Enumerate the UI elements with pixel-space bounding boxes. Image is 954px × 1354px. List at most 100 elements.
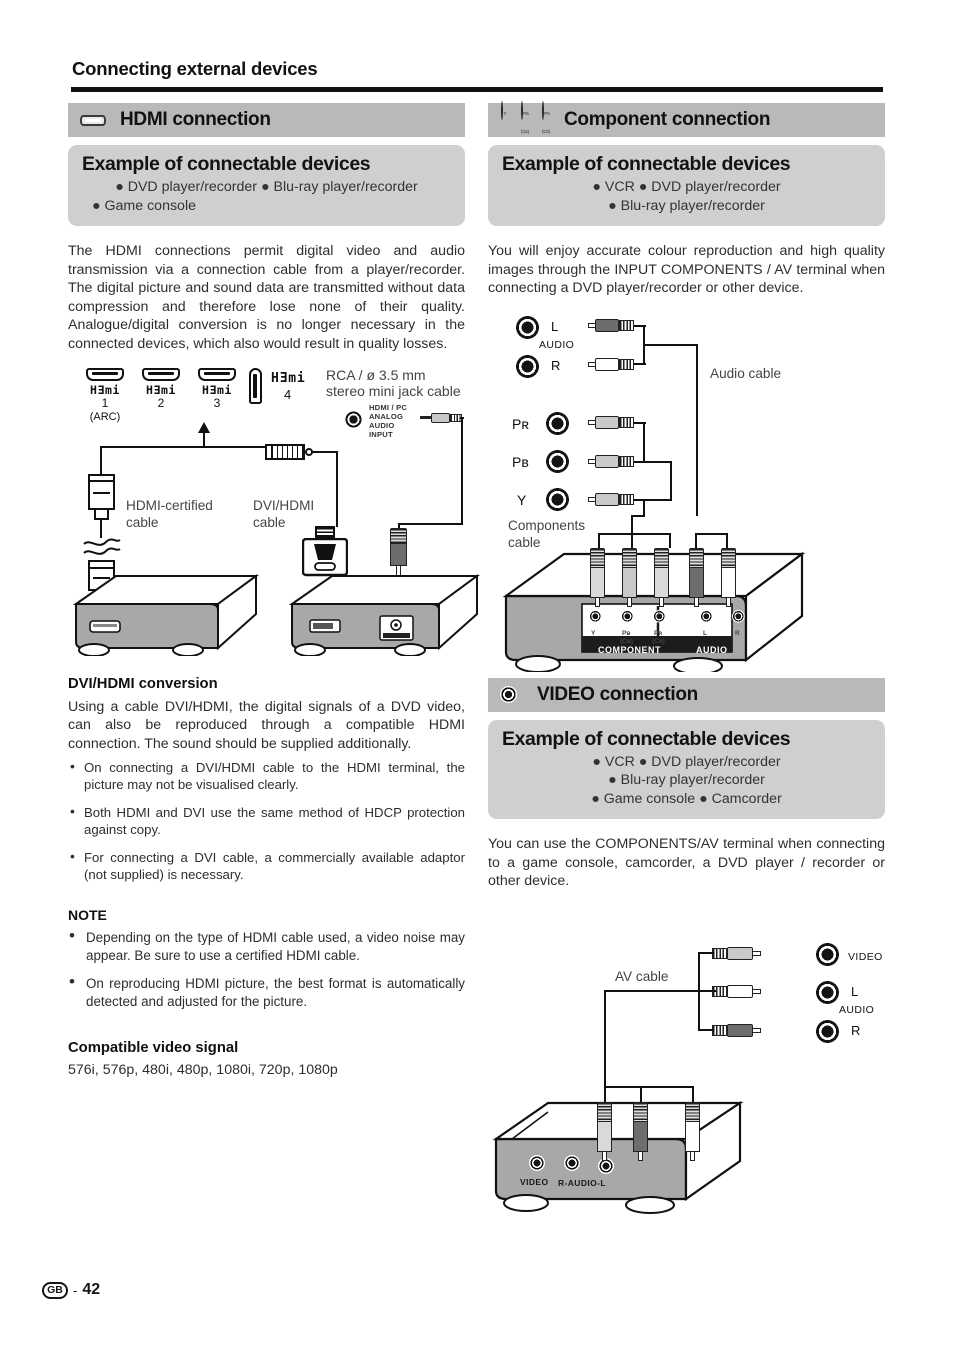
plug-knurl (654, 547, 669, 568)
video-intro-paragraph: You can use the COMPONENTS/AV terminal w… (488, 836, 885, 890)
av-plug-l (712, 985, 761, 999)
list-item: ● Blu-ray player/recorder (608, 197, 765, 214)
hdmi-section-header: HDMI connection (68, 103, 465, 137)
hdmi-intro-paragraph: The HDMI connections permit digital vide… (68, 243, 465, 352)
component-jack-pr: Pʀ (Cʀ) (538, 101, 554, 138)
hdmi-diagram: HƎmi 1 (ARC) HƎmi 2 HƎmi 3 HƎmi 4 RCA / … (68, 366, 481, 656)
list-item: On reproducing HDMI picture, the best fo… (68, 973, 465, 1010)
device-plug-l (689, 547, 704, 607)
component-plug-pr (588, 415, 634, 429)
av-plug-video (712, 947, 761, 961)
jack-sublabel: (Cʙ) (520, 129, 530, 134)
wire (336, 450, 339, 527)
wire (100, 445, 205, 448)
wire (698, 952, 714, 955)
left-column: HDMI connection Example of connectable d… (68, 103, 481, 1078)
hdmi-wordmark: HƎmi (201, 382, 233, 397)
jack-label: Y (503, 111, 507, 116)
plug-pin (638, 1152, 643, 1162)
rca-cable-label-line2: stereo mini jack cable (326, 382, 461, 399)
plug-knurl (633, 1102, 648, 1123)
dvi-cable-label-line2: cable (253, 514, 286, 530)
rca-cable-label-line1: RCA / ø 3.5 mm (326, 366, 426, 383)
plug-knurl (597, 1102, 612, 1123)
plug-grip (619, 358, 634, 370)
component-intro-paragraph: You will enjoy accurate colour reproduct… (488, 243, 885, 297)
page-title: Connecting external devices (72, 58, 318, 79)
hdmi-port-icon (198, 367, 236, 381)
cable-break-icon (83, 538, 121, 555)
component-example-heading: Example of connectable devices (502, 153, 791, 175)
note-heading: NOTE (68, 907, 107, 924)
wire (311, 450, 338, 453)
wire (696, 343, 699, 516)
components-cable-label-line1: Components (508, 517, 586, 533)
plug-barrel (727, 1024, 753, 1038)
analog-audio-input-jack (344, 409, 363, 429)
hdmi-cable-label-line2: cable (126, 514, 159, 530)
wire (398, 522, 463, 525)
hdmi-port-number: 1 (101, 395, 109, 410)
tv-jack-pb (544, 447, 571, 475)
dvi-conversion-heading: DVI/HDMI conversion (68, 675, 218, 692)
list-item: For connecting a DVI cable, a commercial… (68, 848, 465, 883)
video-example-box: Example of connectable devices ● VCR ● D… (488, 719, 885, 820)
hdmi-port-1: HƎmi 1 (ARC) (82, 367, 128, 423)
plug-barrel (595, 415, 619, 429)
title-rule (71, 87, 883, 92)
tv-jack-label-video: VIDEO (848, 951, 883, 964)
hdmi-wordmark: HƎmi (145, 382, 177, 397)
component-plug-y (588, 492, 634, 506)
plug-body (685, 1122, 700, 1153)
av-cable-label: AV cable (615, 969, 669, 985)
video-device-jack-r (564, 1155, 580, 1172)
device-component-label: COMPONENT (598, 644, 661, 655)
plug-grip (619, 455, 634, 467)
device-audio-label: AUDIO (696, 644, 728, 655)
plug-tip (588, 361, 595, 367)
plug-pin (726, 597, 731, 607)
device-jack-label-y: Y (591, 629, 596, 637)
device-jack-pb (621, 609, 634, 623)
dvi-cable-label-line1: DVI/HDMI (253, 497, 315, 513)
video-jack-icon (500, 686, 517, 704)
audio-input-label-4: INPUT (369, 429, 393, 439)
video-diagram: VIDEO L AUDIO R AV cable VIDEO R-AUDIO-L (488, 929, 885, 1215)
wire (634, 498, 672, 502)
right-device-illustration (288, 573, 481, 656)
audio-plug-r (588, 357, 634, 371)
video-example-list: ● VCR ● DVD player/recorder ● Blu-ray pl… (502, 753, 871, 809)
tv-jack-video (814, 941, 841, 969)
device-jack-pr (653, 609, 666, 623)
tv-jack-l (814, 979, 841, 1007)
plug-barrel (727, 947, 753, 961)
plug-body (689, 567, 704, 598)
wire (643, 343, 698, 347)
list-item: Both HDMI and DVI use the same method of… (68, 803, 465, 838)
wire (461, 416, 464, 525)
component-jack-y: Y (496, 101, 512, 120)
footer-dash: - (73, 1282, 78, 1298)
right-column: Y Pʙ (Cʙ) Pʀ (Cʀ) Component connection E… (488, 101, 885, 1215)
av-plug-r (712, 1024, 761, 1038)
plug-barrel (595, 454, 619, 468)
plug-tip (588, 496, 595, 502)
tv-audio-group-label: AUDIO (839, 1004, 875, 1017)
dvi-plug-vertical (315, 525, 335, 538)
tv-jack-audio-l (514, 313, 541, 341)
video-device-plug-video (597, 1102, 612, 1162)
tv-jack-label-r: R (851, 1023, 861, 1039)
list-item: ● VCR ● DVD player/recorder (592, 753, 781, 770)
audio-input-label-2: ANALOG (369, 411, 404, 421)
list-item: ● VCR ● DVD player/recorder (592, 179, 781, 195)
hdmi-port-3: HƎmi 3 (194, 367, 240, 410)
hdmi-port-icon (86, 367, 124, 381)
plug-grip (619, 319, 634, 331)
plug-body (721, 567, 736, 598)
region-badge: GB (42, 1281, 68, 1299)
audio-cable-label: Audio cable (710, 365, 782, 381)
plug-tip (753, 1028, 761, 1034)
tv-jack-r (814, 1018, 841, 1046)
hdmi-4-wordmark: HƎmi (271, 370, 306, 386)
plug-body (622, 567, 637, 598)
